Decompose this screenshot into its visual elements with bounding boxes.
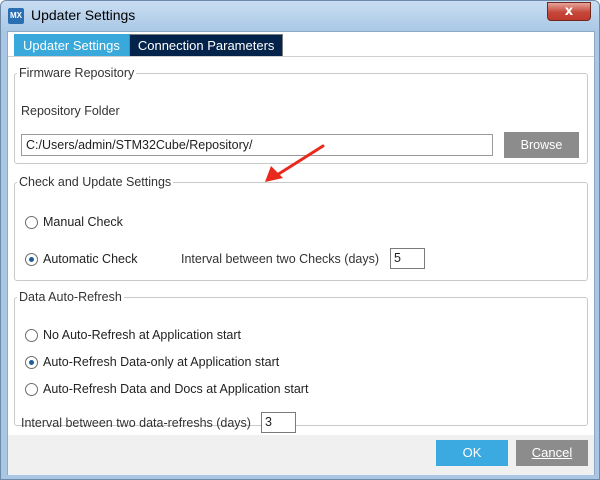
no-auto-refresh-option[interactable]: No Auto-Refresh at Application start xyxy=(25,328,241,342)
refresh-data-only-label: Auto-Refresh Data-only at Application st… xyxy=(43,355,280,369)
refresh-interval-label: Interval between two data-refreshs (days… xyxy=(21,416,251,430)
manual-check-option[interactable]: Manual Check xyxy=(25,215,123,229)
automatic-check-radio[interactable] xyxy=(25,252,38,266)
automatic-check-label: Automatic Check xyxy=(43,252,138,266)
browse-button[interactable]: Browse xyxy=(504,132,579,158)
tab-bar: Updater Settings Connection Parameters xyxy=(14,34,284,56)
auto-refresh-legend: Data Auto-Refresh xyxy=(19,290,122,304)
automatic-check-option[interactable]: Automatic Check xyxy=(25,252,137,266)
refresh-data-docs-radio[interactable] xyxy=(25,382,38,396)
ok-button[interactable]: OK xyxy=(436,440,508,466)
check-update-group: Check and Update Settings Manual Check A… xyxy=(14,175,588,281)
updater-settings-window: MX Updater Settings x Updater Settings C… xyxy=(0,0,600,480)
dialog-body: Updater Settings Connection Parameters F… xyxy=(7,31,595,475)
manual-check-radio[interactable] xyxy=(25,215,38,229)
check-interval-input[interactable]: 5 xyxy=(390,248,425,269)
check-update-legend: Check and Update Settings xyxy=(19,175,172,189)
refresh-interval-input[interactable]: 3 xyxy=(261,412,296,433)
tab-divider xyxy=(8,56,594,57)
check-interval-label: Interval between two Checks (days) xyxy=(181,252,380,266)
tab-updater-settings[interactable]: Updater Settings xyxy=(14,34,129,56)
repository-folder-input[interactable]: C:/Users/admin/STM32Cube/Repository/ xyxy=(21,134,493,156)
repository-folder-label: Repository Folder xyxy=(21,104,120,118)
no-auto-refresh-label: No Auto-Refresh at Application start xyxy=(43,328,242,342)
close-button[interactable]: x xyxy=(547,2,591,21)
no-auto-refresh-radio[interactable] xyxy=(25,328,38,342)
auto-refresh-group: Data Auto-Refresh No Auto-Refresh at App… xyxy=(14,290,588,433)
window-title: Updater Settings xyxy=(31,7,136,23)
manual-check-label: Manual Check xyxy=(43,215,123,229)
firmware-repository-group: Firmware Repository Repository Folder C:… xyxy=(14,66,588,182)
refresh-data-only-option[interactable]: Auto-Refresh Data-only at Application st… xyxy=(25,355,279,369)
cancel-button[interactable]: Cancel xyxy=(516,440,588,466)
refresh-data-docs-option[interactable]: Auto-Refresh Data and Docs at Applicatio… xyxy=(25,382,308,396)
tab-connection-parameters[interactable]: Connection Parameters xyxy=(128,34,284,56)
title-bar[interactable]: MX Updater Settings x xyxy=(1,1,599,31)
firmware-repository-legend: Firmware Repository xyxy=(19,66,135,80)
app-logo-icon: MX xyxy=(8,8,24,24)
refresh-data-docs-label: Auto-Refresh Data and Docs at Applicatio… xyxy=(43,382,309,396)
refresh-data-only-radio[interactable] xyxy=(25,355,38,369)
